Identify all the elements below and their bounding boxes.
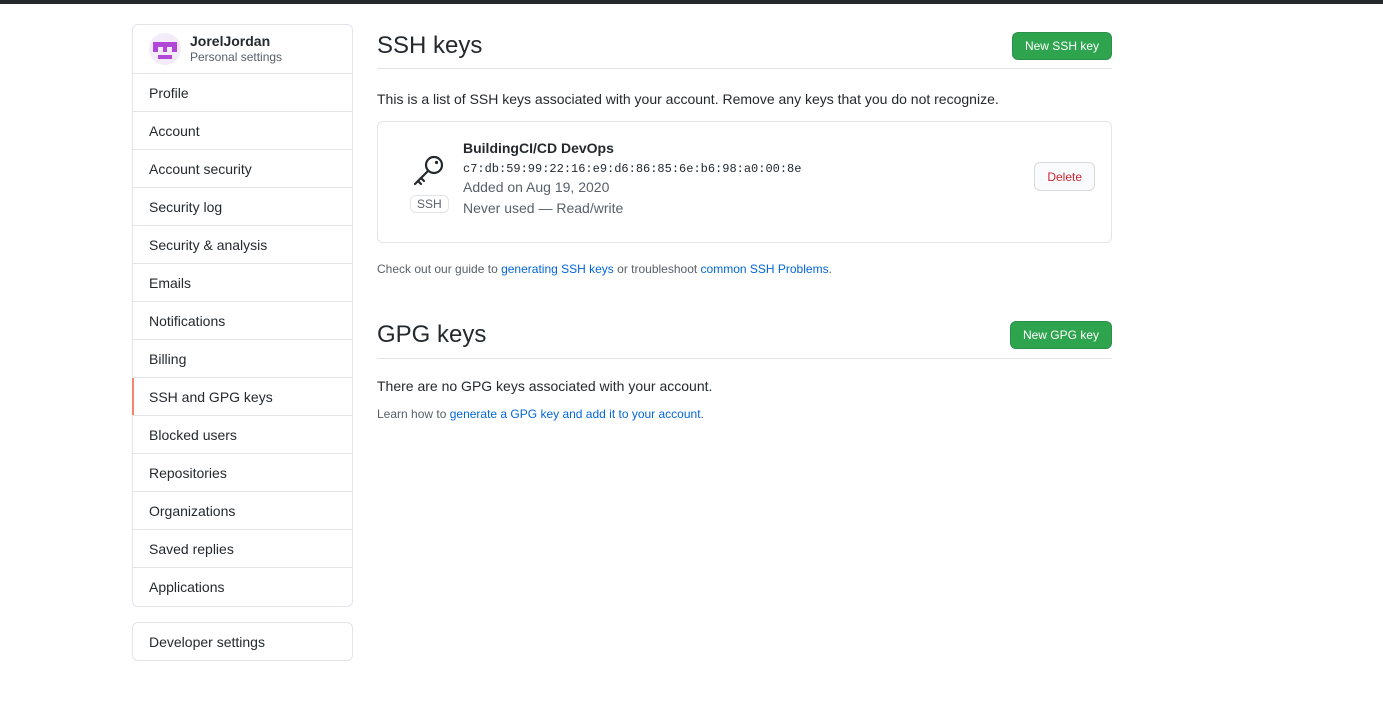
sidebar-item-account-security[interactable]: Account security — [133, 150, 352, 188]
gpg-learn-prefix: Learn how to — [377, 407, 450, 421]
sidebar-item-developer-settings[interactable]: Developer settings — [133, 623, 352, 660]
sidebar-item-emails[interactable]: Emails — [133, 264, 352, 302]
gpg-keys-heading: GPG keys — [377, 320, 487, 348]
new-ssh-key-button[interactable]: New SSH key — [1011, 32, 1112, 60]
ssh-type-label: SSH — [410, 195, 449, 213]
developer-settings-menu: Developer settings — [132, 622, 353, 661]
sidebar-user-header[interactable]: JorelJordan Personal settings — [133, 25, 352, 74]
key-fingerprint: c7:db:59:99:22:16:e9:d6:86:85:6e:b6:98:a… — [463, 162, 802, 176]
main-content: SSH keys New SSH key This is a list of S… — [377, 24, 1112, 422]
ssh-keys-intro: This is a list of SSH keys associated wi… — [377, 91, 999, 107]
key-type-block: SSH — [410, 154, 449, 213]
generating-ssh-keys-link[interactable]: generating SSH keys — [501, 262, 614, 276]
sidebar-item-security-log[interactable]: Security log — [133, 188, 352, 226]
ssh-guide-prefix: Check out our guide to — [377, 262, 502, 276]
gpg-learn-suffix: . — [700, 407, 704, 421]
sidebar-item-security-analysis[interactable]: Security & analysis — [133, 226, 352, 264]
ssh-guide-note: Check out our guide to generating SSH ke… — [377, 261, 1112, 277]
ssh-guide-middle: or troubleshoot — [613, 262, 701, 276]
gpg-keys-section: GPG keys New GPG key There are no GPG ke… — [377, 311, 1112, 422]
key-title: BuildingCI/CD DevOps — [463, 140, 614, 156]
key-usage: Never used — Read/write — [463, 200, 624, 216]
sidebar-item-notifications[interactable]: Notifications — [133, 302, 352, 340]
settings-sidebar: JorelJordan Personal settings Profile Ac… — [132, 24, 353, 607]
personal-settings-label: Personal settings — [190, 50, 283, 64]
sidebar-item-organizations[interactable]: Organizations — [133, 492, 352, 530]
delete-key-button[interactable]: Delete — [1034, 162, 1095, 191]
gpg-empty-message: There are no GPG keys associated with yo… — [377, 378, 713, 394]
username: JorelJordan — [190, 33, 271, 49]
key-icon — [411, 155, 447, 192]
sidebar-item-applications[interactable]: Applications — [133, 568, 352, 606]
ssh-key-item: SSH BuildingCI/CD DevOps c7:db:59:99:22:… — [377, 121, 1112, 243]
top-bar — [0, 0, 1383, 4]
sidebar-item-blocked-users[interactable]: Blocked users — [133, 416, 352, 454]
ssh-guide-suffix: . — [828, 262, 832, 276]
ssh-keys-section: SSH keys New SSH key This is a list of S… — [377, 24, 1112, 277]
sidebar-item-billing[interactable]: Billing — [133, 340, 352, 378]
sidebar-item-ssh-gpg-keys[interactable]: SSH and GPG keys — [132, 378, 352, 416]
sidebar-item-repositories[interactable]: Repositories — [133, 454, 352, 492]
sidebar-item-account[interactable]: Account — [133, 112, 352, 150]
ssh-keys-header: SSH keys New SSH key — [377, 24, 1112, 69]
sidebar-item-saved-replies[interactable]: Saved replies — [133, 530, 352, 568]
common-ssh-problems-link[interactable]: common SSH Problems — [701, 262, 829, 276]
avatar — [149, 33, 181, 65]
gpg-learn-note: Learn how to generate a GPG key and add … — [377, 406, 1112, 422]
new-gpg-key-button[interactable]: New GPG key — [1009, 320, 1112, 349]
ssh-keys-heading: SSH keys — [377, 32, 483, 59]
sidebar-item-profile[interactable]: Profile — [133, 74, 352, 112]
generate-gpg-key-link[interactable]: generate a GPG key and add it to your ac… — [450, 407, 701, 421]
key-added-date: Added on Aug 19, 2020 — [463, 179, 610, 195]
gpg-keys-header: GPG keys New GPG key — [377, 311, 1112, 359]
